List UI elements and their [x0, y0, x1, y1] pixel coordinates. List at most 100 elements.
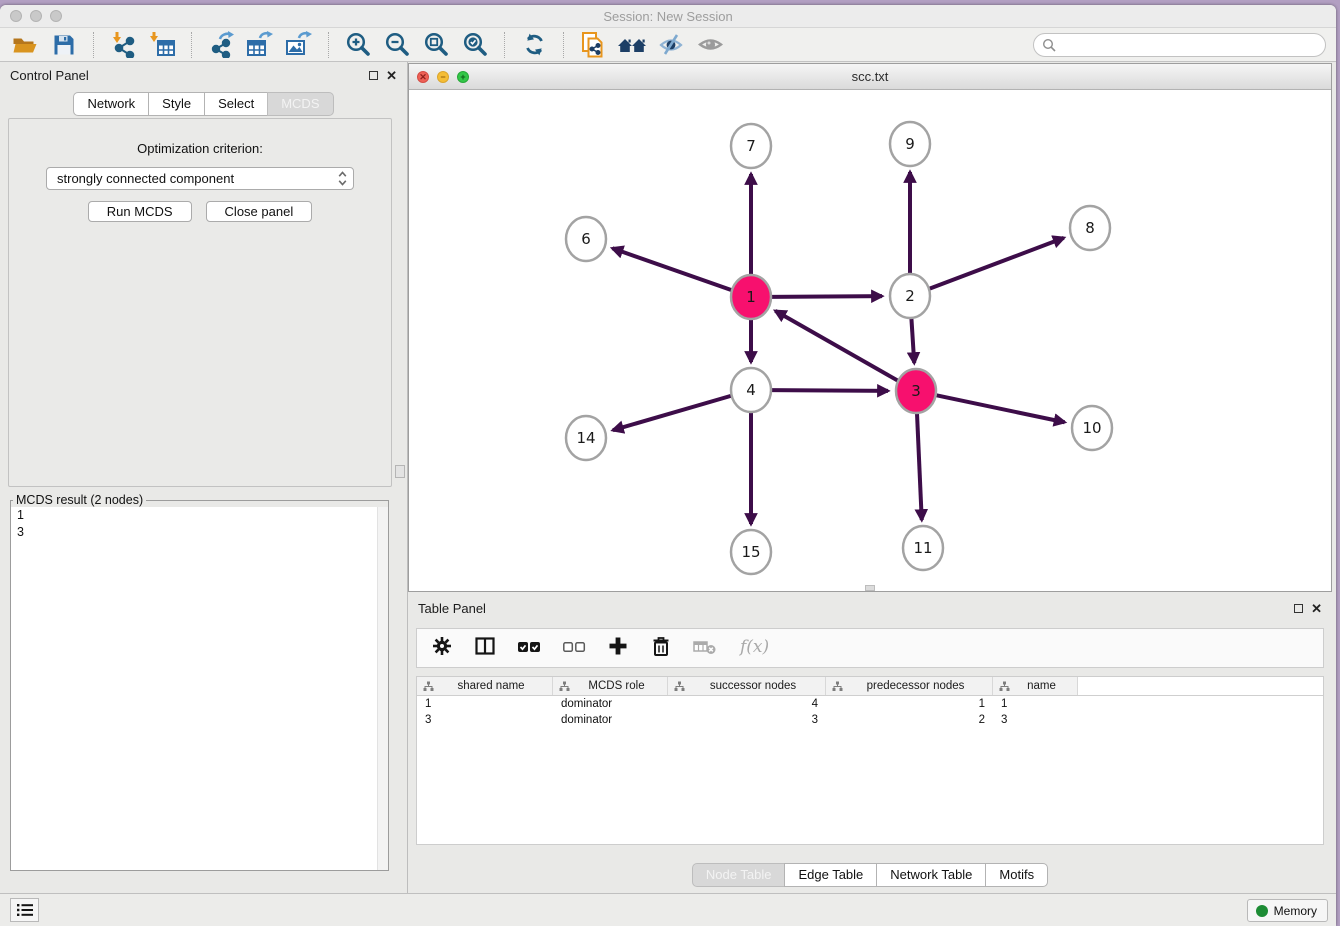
graph-node-14[interactable]: 14 — [566, 416, 606, 460]
task-history-button[interactable] — [10, 898, 39, 922]
graph-edge-2-3[interactable] — [911, 317, 914, 363]
network-window-controls: ✕ − + — [417, 71, 469, 83]
graph-node-4[interactable]: 4 — [731, 368, 771, 412]
table-cell[interactable]: 1 — [826, 698, 993, 710]
maximize-window-button[interactable] — [50, 10, 62, 22]
column-header-shared-name[interactable]: shared name — [417, 677, 553, 695]
export-image-button[interactable] — [284, 30, 314, 60]
open-session-button[interactable] — [10, 30, 40, 60]
table-tab-node-table[interactable]: Node Table — [692, 863, 786, 887]
column-header-successor-nodes[interactable]: successor nodes — [668, 677, 826, 695]
split-panel-button[interactable] — [474, 635, 496, 662]
graph-node-9[interactable]: 9 — [890, 122, 930, 166]
run-mcds-button[interactable]: Run MCDS — [88, 201, 192, 222]
table-row[interactable]: 1dominator411 — [417, 696, 1323, 712]
table-tab-network-table[interactable]: Network Table — [876, 863, 986, 887]
close-window-button[interactable] — [10, 10, 22, 22]
delete-table-button[interactable] — [693, 635, 717, 662]
table-row[interactable]: 3dominator323 — [417, 712, 1323, 728]
search-input[interactable] — [1061, 36, 1317, 53]
memory-button[interactable]: Memory — [1247, 899, 1328, 922]
panel-divider-grip[interactable] — [395, 465, 405, 478]
maximize-network-button[interactable]: + — [457, 71, 469, 83]
toolbar-separator — [93, 32, 94, 58]
save-session-button[interactable] — [49, 30, 79, 60]
minimize-network-button[interactable]: − — [437, 71, 449, 83]
graph-node-1[interactable]: 1 — [731, 275, 771, 319]
tab-network[interactable]: Network — [73, 92, 149, 116]
graph-edge-2-8[interactable] — [930, 238, 1064, 289]
table-settings-button[interactable] — [431, 635, 453, 662]
import-table-button[interactable] — [147, 30, 177, 60]
svg-text:2: 2 — [905, 287, 915, 305]
graph-node-3[interactable]: 3 — [896, 369, 936, 413]
table-panel-header: Table Panel ✕ — [408, 595, 1332, 621]
memory-status-icon — [1256, 905, 1268, 917]
tab-mcds[interactable]: MCDS — [267, 92, 333, 116]
import-network-button[interactable] — [108, 30, 138, 60]
zoom-in-button[interactable] — [343, 30, 373, 60]
table-cell[interactable]: 2 — [826, 714, 993, 726]
network-window-titlebar[interactable]: ✕ − + scc.txt — [409, 64, 1331, 90]
close-table-panel-icon[interactable]: ✕ — [1311, 602, 1322, 615]
horizontal-divider-grip[interactable] — [865, 585, 875, 591]
close-panel-icon[interactable]: ✕ — [386, 69, 397, 82]
graph-node-6[interactable]: 6 — [566, 217, 606, 261]
hide-selected-button[interactable] — [656, 30, 686, 60]
mcds-panel: Optimization criterion: strongly connect… — [8, 118, 392, 487]
graph-node-11[interactable]: 11 — [903, 526, 943, 570]
apply-function-button[interactable]: f(x) — [738, 634, 772, 663]
table-cell[interactable]: dominator — [553, 714, 668, 726]
refresh-view-button[interactable] — [519, 30, 549, 60]
float-panel-icon[interactable] — [369, 71, 378, 80]
table-cell[interactable]: 4 — [668, 698, 826, 710]
zoom-selected-button[interactable] — [460, 30, 490, 60]
svg-text:f(x): f(x) — [738, 637, 769, 657]
graph-edge-3-11[interactable] — [917, 412, 922, 520]
delete-row-button[interactable] — [650, 635, 672, 662]
deselect-all-button[interactable] — [562, 635, 586, 662]
graph-edge-4-3[interactable] — [772, 390, 888, 391]
graph-node-15[interactable]: 15 — [731, 530, 771, 574]
minimize-window-button[interactable] — [30, 10, 42, 22]
graph-node-10[interactable]: 10 — [1072, 406, 1112, 450]
graph-edge-3-1[interactable] — [775, 311, 897, 381]
table-cell[interactable]: 3 — [993, 714, 1078, 726]
add-row-button[interactable] — [607, 635, 629, 662]
criterion-select[interactable]: strongly connected component — [46, 167, 354, 190]
graph-node-2[interactable]: 2 — [890, 274, 930, 318]
column-header-mcds-role[interactable]: MCDS role — [553, 677, 668, 695]
table-tab-motifs[interactable]: Motifs — [985, 863, 1048, 887]
svg-text:7: 7 — [746, 137, 756, 155]
tab-style[interactable]: Style — [148, 92, 205, 116]
home-button[interactable] — [617, 30, 647, 60]
table-cell[interactable]: dominator — [553, 698, 668, 710]
table-cell[interactable]: 3 — [668, 714, 826, 726]
select-all-button[interactable] — [517, 635, 541, 662]
network-canvas[interactable]: 7 9 6 8 1 2 4 3 14 10 15 11 — [409, 90, 1331, 591]
table-cell[interactable]: 1 — [417, 698, 553, 710]
graph-edge-3-10[interactable] — [937, 395, 1065, 422]
graph-edge-4-14[interactable] — [613, 396, 731, 430]
graph-edge-1-6[interactable] — [612, 248, 731, 290]
zoom-fit-button[interactable] — [421, 30, 451, 60]
export-network-button[interactable] — [206, 30, 236, 60]
table-tab-edge-table[interactable]: Edge Table — [784, 863, 877, 887]
close-network-button[interactable]: ✕ — [417, 71, 429, 83]
table-cell[interactable]: 1 — [993, 698, 1078, 710]
result-scrollbar[interactable] — [377, 507, 388, 870]
column-header-predecessor-nodes[interactable]: predecessor nodes — [826, 677, 993, 695]
graph-node-8[interactable]: 8 — [1070, 206, 1110, 250]
table-cell[interactable]: 3 — [417, 714, 553, 726]
zoom-out-button[interactable] — [382, 30, 412, 60]
close-panel-button[interactable]: Close panel — [206, 201, 313, 222]
graph-node-7[interactable]: 7 — [731, 124, 771, 168]
graph-edge-1-2[interactable] — [772, 296, 882, 297]
column-header-name[interactable]: name — [993, 677, 1078, 695]
export-table-button[interactable] — [245, 30, 275, 60]
tab-select[interactable]: Select — [204, 92, 268, 116]
float-table-panel-icon[interactable] — [1294, 604, 1303, 613]
search-field[interactable] — [1033, 33, 1326, 57]
show-all-button[interactable] — [695, 30, 725, 60]
clone-network-button[interactable] — [578, 30, 608, 60]
